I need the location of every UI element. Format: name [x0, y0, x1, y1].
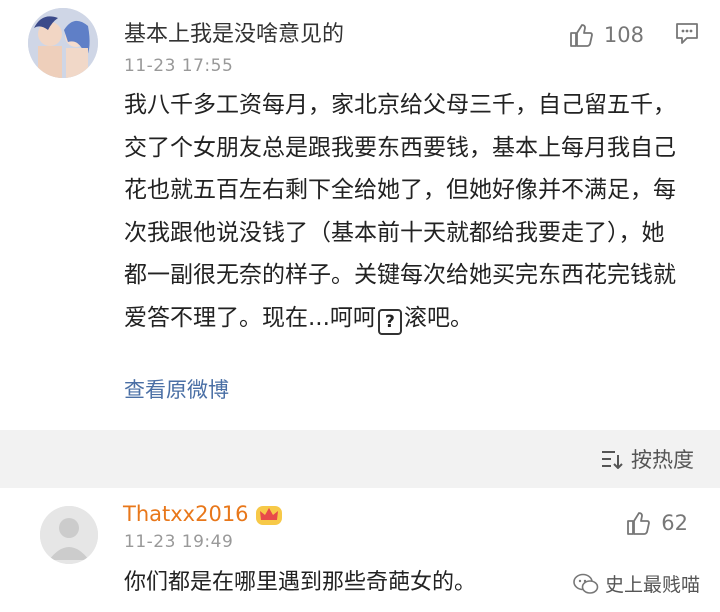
- timestamp: 11-23 19:49: [124, 532, 234, 552]
- thumbs-up-icon: [627, 512, 651, 535]
- wechat-icon: [573, 573, 599, 594]
- user-avatar[interactable]: [40, 506, 98, 564]
- username-row[interactable]: Thatxx2016: [123, 502, 283, 526]
- timestamp: 11-23 17:55: [124, 56, 234, 76]
- thumbs-up-icon: [570, 24, 593, 47]
- question-emoji-icon: ?: [377, 308, 402, 335]
- comment-card-2: Thatxx2016 11-23 19:49 62 你们都是在哪里遇到那些奇葩女…: [0, 488, 720, 612]
- like-button[interactable]: 62: [625, 510, 688, 536]
- view-original-link[interactable]: 查看原微博: [124, 374, 229, 404]
- watermark: 史上最贱喵: [573, 570, 700, 597]
- like-count: 108: [603, 23, 644, 47]
- comment-card-1: 基本上我是没啥意见的 11-23 17:55 108 我八千多工资每月，家北京给…: [0, 0, 720, 430]
- comment-icon: [676, 23, 698, 44]
- comment-text: 你们都是在哪里遇到那些奇葩女的。: [124, 570, 477, 595]
- crown-badge-icon: [255, 506, 282, 525]
- comment-text-part: 滚吧。: [403, 304, 473, 331]
- sort-icon: [602, 451, 623, 469]
- like-count: 62: [661, 511, 688, 535]
- username[interactable]: 基本上我是没啥意见的: [124, 16, 344, 48]
- watermark-text: 史上最贱喵: [604, 574, 700, 596]
- like-button[interactable]: 108: [568, 22, 644, 48]
- reply-button[interactable]: [674, 20, 700, 50]
- sort-label: 按热度: [631, 448, 694, 472]
- username[interactable]: Thatxx2016: [123, 502, 249, 526]
- user-avatar[interactable]: [28, 8, 98, 78]
- comment-text: 我八千多工资每月，家北京给父母三千，自己留五千，交了个女朋友总是跟我要东西要钱，…: [124, 84, 684, 339]
- comment-text-part: 我八千多工资每月，家北京给父母三千，自己留五千，交了个女朋友总是跟我要东西要钱，…: [124, 92, 676, 331]
- sort-by-hot-button[interactable]: 按热度: [601, 444, 694, 474]
